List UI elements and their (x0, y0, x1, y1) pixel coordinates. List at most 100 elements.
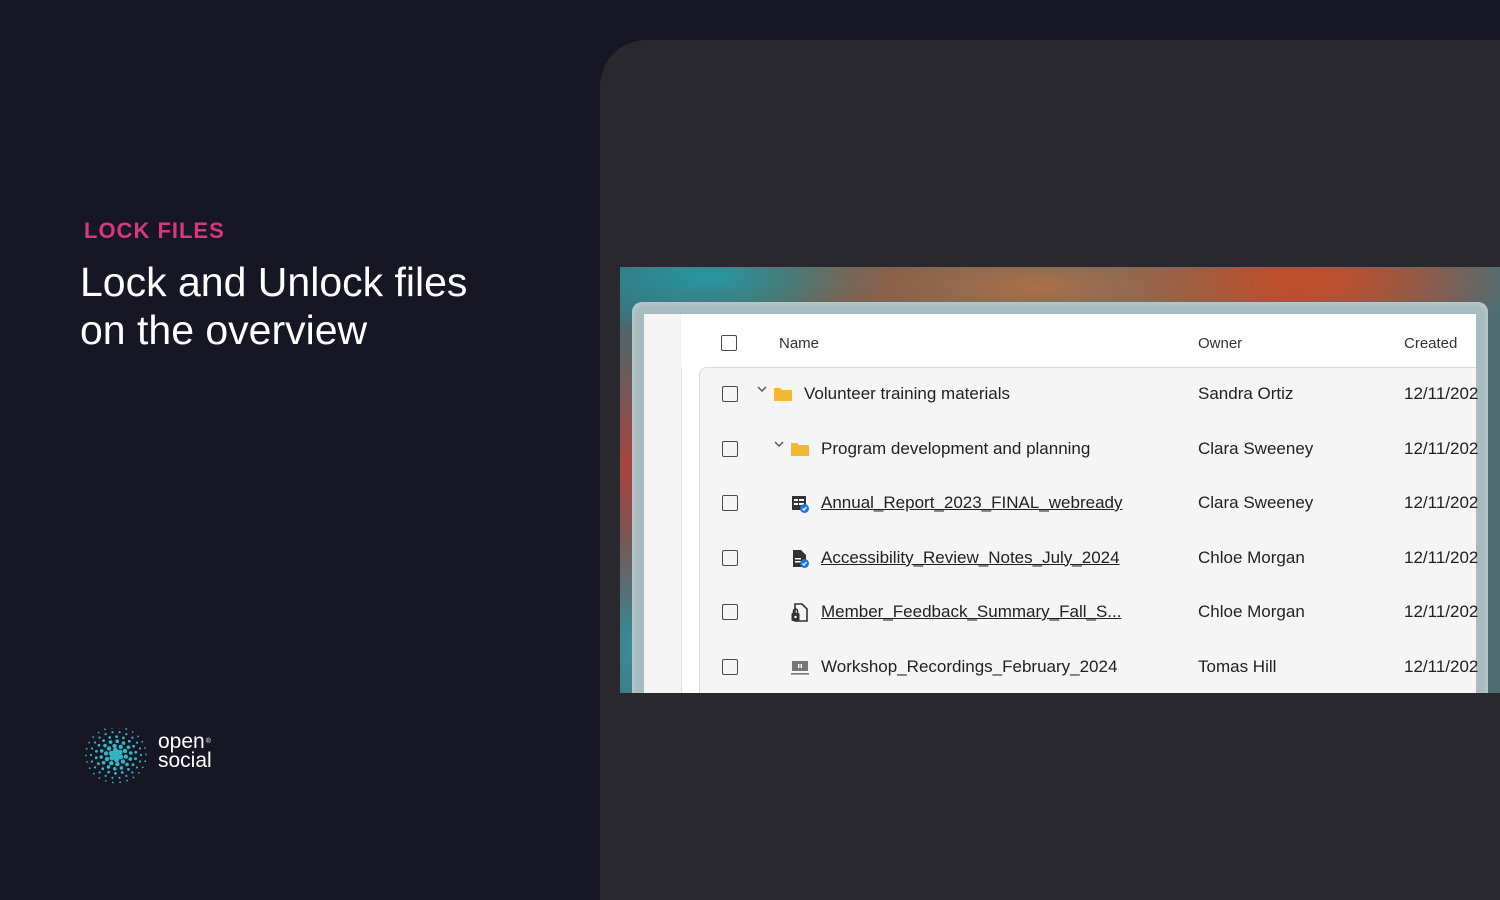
table-row[interactable]: Accessibility_Review_Notes_July_2024 Chlo… (700, 533, 1478, 588)
folder-icon (790, 440, 810, 463)
logo-dot (120, 771, 124, 774)
logo-dot (126, 745, 131, 750)
logo-dot (112, 743, 117, 749)
logo-dot (90, 760, 94, 763)
file-name: Program development and planning (821, 438, 1091, 458)
row-checkbox[interactable] (722, 604, 738, 620)
logo-dot (131, 736, 134, 739)
logo-dot (145, 753, 147, 756)
logo-dot (127, 768, 130, 771)
logo-dot (93, 741, 97, 744)
logo-dot (117, 749, 123, 755)
created-cell: 12/11/202 (1404, 602, 1479, 621)
document-lock-icon (790, 603, 810, 628)
chevron-down-icon[interactable] (773, 438, 785, 453)
logo-dot (125, 728, 128, 730)
logo-dot (141, 766, 144, 769)
logo-dot (137, 735, 139, 738)
logo-dot (93, 766, 97, 769)
logo-dot (103, 751, 109, 756)
logo-dot (108, 740, 113, 744)
logo-dot (114, 757, 120, 763)
logo-dot (102, 739, 105, 742)
table-row[interactable]: Workshop_Recordings_February_2024 Tomas H… (700, 642, 1479, 694)
column-header-owner[interactable]: Owner (1198, 335, 1242, 352)
logo-dot (104, 774, 107, 777)
logo-dot (101, 767, 105, 771)
logo-dot (97, 731, 100, 734)
logo-dot (125, 733, 128, 736)
logo-dot (113, 767, 117, 771)
owner-cell: Chloe Morgan (1198, 602, 1305, 621)
row-checkbox[interactable] (722, 658, 738, 675)
logo-dot (119, 781, 121, 784)
column-header-created[interactable]: Created (1404, 335, 1457, 352)
logo-dot (97, 762, 100, 766)
row-checkbox[interactable] (722, 386, 738, 402)
table-row[interactable]: Volunteer training materials Sandra Ortiz… (700, 369, 1479, 424)
logo-dot (104, 733, 107, 736)
logo-dot (115, 761, 120, 767)
logo-dot (106, 746, 112, 751)
logo-dot (107, 770, 110, 774)
select-all-checkbox[interactable] (721, 335, 737, 351)
file-name[interactable]: Accessibility_Review_Notes_July_2024 (821, 548, 1120, 568)
logo-dot (132, 744, 135, 748)
logo-dot (135, 741, 139, 744)
logo-dot (94, 756, 98, 760)
file-name[interactable]: Member_Feedback_Summary_Fall_S... (821, 602, 1121, 622)
column-header-name[interactable]: Name (779, 335, 819, 352)
logo-dot (98, 777, 101, 779)
file-name: Volunteer training materials (804, 384, 1011, 403)
created-cell: 12/11/202 (1404, 656, 1479, 676)
row-checkbox[interactable] (722, 549, 738, 566)
logo-dot (125, 774, 128, 777)
table-row[interactable]: Annual_Report_2023_FINAL_webready Clara S… (700, 478, 1478, 533)
owner-cell: Clara Sweeney (1198, 438, 1314, 458)
owner-cell: Sandra Ortiz (1198, 384, 1294, 403)
logo-dot (92, 736, 95, 738)
row-checkbox[interactable] (722, 495, 738, 511)
logo-dot (126, 779, 128, 782)
logo-dot (85, 754, 87, 757)
headline-line-1: Lock and Unlock files (80, 259, 468, 305)
created-cell: 12/11/202 (1404, 384, 1479, 403)
logo-dot (125, 762, 129, 767)
owner-cell: Chloe Morgan (1198, 547, 1305, 567)
logo-dot (129, 751, 133, 755)
open-social-logo: open® social (80, 728, 230, 784)
logo-dot (134, 757, 137, 761)
logo-dot (132, 776, 135, 779)
logo-word-social: social (158, 749, 212, 772)
file-name: Workshop_Recordings_February_2024 (821, 656, 1118, 676)
dot-burst-logo-icon (85, 728, 147, 784)
table-row[interactable]: Program development and planning Clara Sw… (700, 424, 1479, 479)
logo-dot (121, 741, 126, 745)
logo-dot (115, 739, 119, 743)
owner-cell: Clara Sweeney (1198, 493, 1314, 512)
document-check-icon (790, 549, 810, 574)
logo-dot (131, 731, 134, 733)
logo-dot (111, 776, 114, 779)
chevron-down-icon[interactable] (756, 383, 768, 398)
logo-dot (86, 761, 88, 763)
table-row[interactable]: Member_Feedback_Summary_Fall_S... Chloe M… (700, 587, 1479, 642)
logo-dot (104, 756, 110, 762)
logo-dot (122, 736, 125, 740)
owner-cell: Tomas Hill (1198, 656, 1277, 676)
logo-dot (114, 772, 117, 775)
created-cell: 12/11/202 (1404, 438, 1479, 458)
file-name[interactable]: Annual_Report_2023_FINAL_webready (821, 493, 1122, 513)
logo-dot (98, 771, 101, 774)
file-table-card: Name Owner Created Volunteer training ma… (644, 314, 1479, 694)
logo-dot (127, 739, 131, 743)
logo-dot (89, 753, 93, 757)
headline-line-2: on the overview (80, 307, 368, 353)
logo-dot (88, 741, 91, 744)
logo-dot (122, 748, 128, 754)
logo-dot (141, 740, 144, 743)
logo-dot (137, 772, 140, 774)
row-checkbox[interactable] (722, 440, 738, 457)
logo-dot (97, 743, 101, 747)
logo-dot (118, 776, 121, 779)
